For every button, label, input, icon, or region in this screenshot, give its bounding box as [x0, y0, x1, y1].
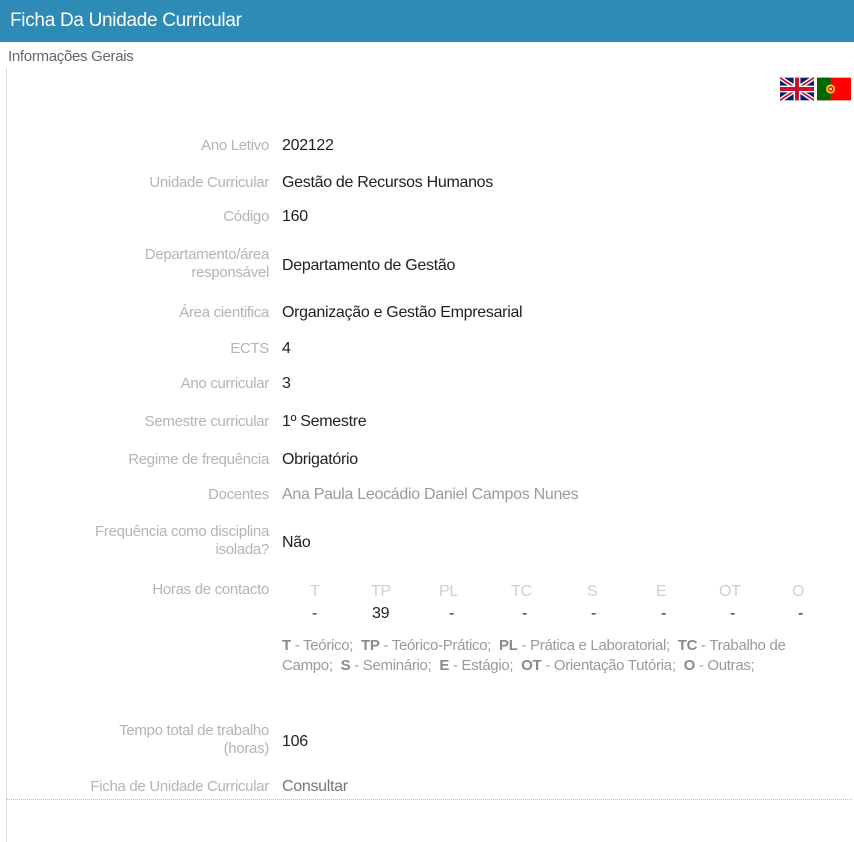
legend-text: - Teórico;	[290, 637, 354, 654]
hours-type-code: E	[656, 583, 667, 600]
field-label: Área cientifica	[179, 304, 269, 321]
hours-type-value: -	[591, 605, 597, 622]
legend-item: T - Teórico;	[282, 637, 353, 654]
field-label-line: (horas)	[223, 740, 270, 757]
field-value: Departamento de Gestão	[282, 257, 456, 274]
field-label: Regime de frequência	[128, 451, 269, 468]
field-value: 1º Semestre	[282, 413, 367, 430]
legend-item: E - Estágio;	[439, 657, 513, 674]
field-value: 3	[282, 375, 291, 392]
uk-flag-icon[interactable]	[780, 76, 814, 102]
field-value: Não	[282, 534, 311, 551]
legend-item: TP - Teórico-Prático;	[361, 637, 491, 654]
hours-type-code: TP	[371, 583, 391, 600]
legend-text: - Teórico-Prático;	[379, 637, 492, 654]
legend-code: E	[439, 657, 450, 674]
legend-code: PL	[499, 637, 518, 654]
field-value: Ana Paula Leocádio Daniel Campos Nunes	[282, 486, 579, 503]
section-divider	[7, 799, 852, 800]
legend-code: TP	[361, 637, 380, 654]
legend-item: O - Outras;	[684, 657, 755, 674]
hours-type-code: PL	[439, 583, 458, 600]
field-value: Obrigatório	[282, 451, 358, 468]
hours-type-code: TC	[511, 583, 532, 600]
field-label: Docentes	[208, 486, 269, 503]
field-label: Código	[223, 208, 269, 225]
field-label-line: responsável	[191, 264, 269, 281]
page-header: Ficha Da Unidade Curricular	[0, 0, 854, 42]
field-value: 106	[282, 733, 308, 750]
hours-type-code: T	[310, 583, 320, 600]
hours-type-code: OT	[719, 583, 741, 600]
hours-type-code: S	[587, 583, 598, 600]
hours-type-code: O	[792, 583, 805, 600]
field-value: 4	[282, 340, 291, 357]
legend-code: TC	[677, 637, 698, 654]
hours-type-value: -	[730, 605, 736, 622]
language-switcher	[780, 76, 854, 102]
field-label: Horas de contacto	[152, 581, 269, 598]
section-title: Informações Gerais	[8, 48, 134, 65]
legend-code: T	[282, 637, 291, 654]
field-label: Ficha de Unidade Curricular	[90, 778, 269, 795]
hours-type-value: -	[312, 605, 318, 622]
field-label: Frequência como disciplina isolada?	[9, 523, 269, 559]
field-label-line: Frequência como disciplina	[95, 523, 269, 540]
field-label-line: Tempo total de trabalho	[119, 722, 269, 739]
field-value: 202122	[282, 137, 334, 154]
field-label: Semestre curricular	[144, 413, 270, 430]
page-title: Ficha Da Unidade Curricular	[10, 10, 242, 31]
legend-text: - Seminário;	[350, 657, 432, 674]
portugal-flag-icon[interactable]	[817, 76, 851, 102]
legend-text: - Outras;	[694, 657, 755, 674]
legend-item: S - Seminário;	[341, 657, 432, 674]
hours-type-value: 39	[372, 605, 390, 622]
field-label: Departamento/área responsável	[9, 246, 269, 282]
legend-text: - Orientação Tutória;	[541, 657, 676, 674]
field-value: Gestão de Recursos Humanos	[282, 174, 493, 191]
hours-type-value: -	[798, 605, 804, 622]
field-label: Unidade Curricular	[149, 174, 269, 191]
legend-code: OT	[521, 657, 542, 674]
legend-text: - Prática e Laboratorial;	[517, 637, 670, 654]
field-label: ECTS	[230, 340, 269, 357]
field-label: Tempo total de trabalho (horas)	[9, 722, 269, 758]
field-value: 160	[282, 208, 308, 225]
consultar-link[interactable]: Consultar	[282, 778, 348, 796]
hours-type-value: -	[661, 605, 667, 622]
field-label-line: isolada?	[215, 541, 270, 558]
legend-item: OT - Orientação Tutória;	[521, 657, 676, 674]
field-value: Organização e Gestão Empresarial	[282, 304, 523, 321]
legend-item: PL - Prática e Laboratorial;	[499, 637, 670, 654]
field-label: Ano curricular	[180, 375, 270, 392]
legend-text: - Estágio;	[449, 657, 514, 674]
field-label: Ano Letivo	[201, 137, 269, 154]
content-left-border	[6, 68, 7, 842]
hours-type-value: -	[449, 605, 455, 622]
legend-code: O	[683, 657, 696, 674]
hours-type-value: -	[522, 605, 528, 622]
hours-legend: T - Teórico; TP - Teórico-Prático; PL - …	[282, 636, 832, 676]
field-label-line: Departamento/área	[144, 246, 269, 263]
legend-code: S	[340, 657, 351, 674]
